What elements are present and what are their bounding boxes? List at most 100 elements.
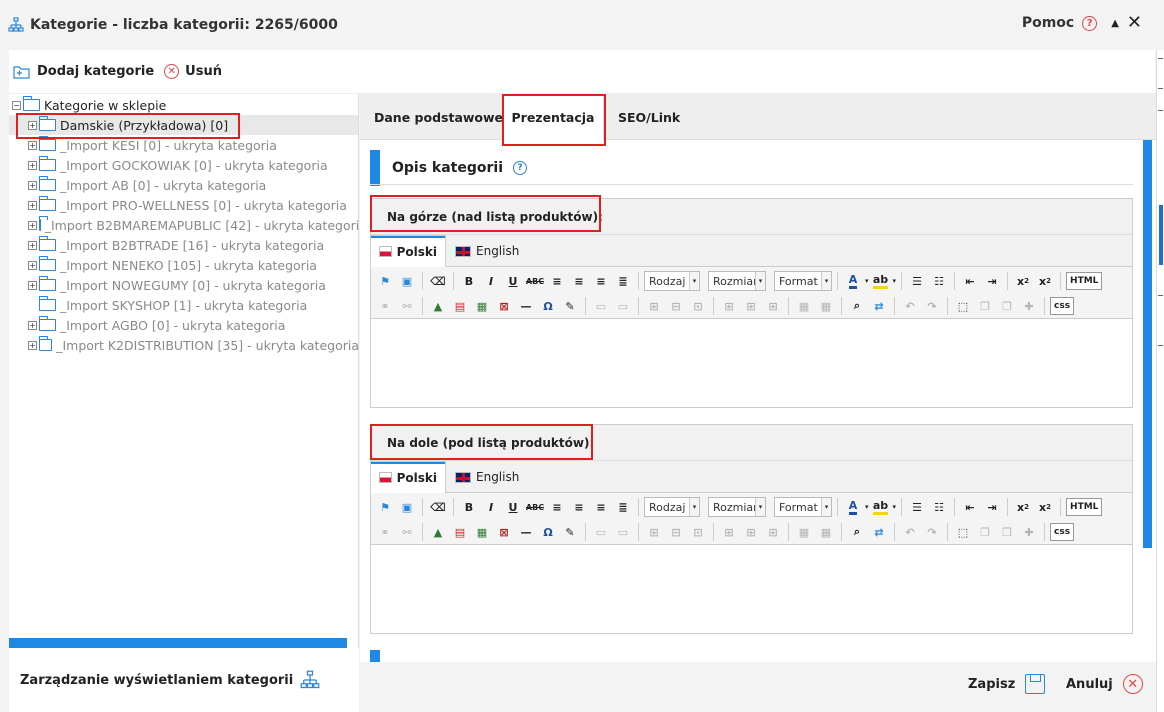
lang-tab-polski[interactable]: Polski [370,461,446,494]
outdent-icon[interactable]: ⇤ [960,497,980,517]
tree-item[interactable]: + _Import PRO-WELLNESS [0] - ukryta kateg… [9,195,358,215]
bullet-list-icon[interactable]: ☰ [907,271,927,291]
expand-toggle-icon[interactable]: + [28,220,37,230]
expand-toggle-icon[interactable]: + [28,280,37,290]
eraser-icon[interactable]: ⌫ [428,271,448,291]
tree-root[interactable]: − Kategorie w sklepie [12,95,166,115]
bullet-list-icon[interactable]: ☰ [907,497,927,517]
expand-toggle-icon[interactable]: + [28,200,37,210]
find-icon[interactable]: ⌕ [847,522,867,542]
numbered-list-icon[interactable]: ☷ [929,497,949,517]
lang-tab-english[interactable]: English [447,461,527,493]
preview-icon[interactable]: ▣ [397,271,417,291]
collapse-toggle-icon[interactable]: − [12,100,21,110]
tree-item[interactable]: + _Import NOWEGUMY [0] - ukryta kategoria [9,275,358,295]
expand-toggle-icon[interactable]: + [28,340,37,350]
tree-item[interactable]: + _Import B2BTRADE [16] - ukryta kategori… [9,235,358,255]
help-icon[interactable]: ? [1082,15,1098,31]
format-select[interactable]: Format ▾ [774,497,832,517]
tree-item[interactable]: + _Import KESI [0] - ukryta kategoria [9,135,358,155]
font-size-select[interactable]: Rozmiar ▾ [708,271,766,291]
tab-seo-link[interactable]: SEO/Link [618,94,680,140]
form-icon[interactable]: ▭ [591,522,611,542]
image-icon[interactable]: ▲ [428,296,448,316]
paste-text-icon[interactable]: ✚ [1019,522,1039,542]
paste-icon[interactable]: ❐ [997,522,1017,542]
lang-tab-polski[interactable]: Polski [370,235,446,268]
unlink-icon[interactable]: ⚯ [397,296,417,316]
table-more-icon[interactable]: ⊞ [763,296,783,316]
help-link[interactable]: Pomoc [1022,15,1074,31]
tree-item[interactable]: + _Import B2BMAREMAPUBLIC [42] - ukryta k… [9,215,358,235]
anchor-flag-icon[interactable]: ⚑ [375,271,395,291]
add-category-button[interactable]: Dodaj kategorie [13,64,154,80]
superscript-icon[interactable]: x2 [1035,271,1055,291]
css-button[interactable]: css [1050,523,1075,541]
flash-icon[interactable]: ⊠ [494,296,514,316]
chevron-down-icon[interactable]: ▾ [893,277,897,285]
strikethrough-icon[interactable]: ABC [525,497,545,517]
eraser-icon[interactable]: ⌫ [428,497,448,517]
table-delete-icon[interactable]: ▦ [816,296,836,316]
undo-icon[interactable]: ↶ [900,296,920,316]
find-icon[interactable]: ⌕ [847,296,867,316]
outdent-icon[interactable]: ⇤ [960,271,980,291]
table-insert-icon[interactable]: ▦ [794,522,814,542]
table-merge-icon[interactable]: ⊡ [688,522,708,542]
cancel-button[interactable]: Anuluj ✕ [1066,674,1143,694]
indent-icon[interactable]: ⇥ [982,497,1002,517]
special-char-icon[interactable]: Ω [538,522,558,542]
table-merge-icon[interactable]: ⊡ [688,296,708,316]
html-source-button[interactable]: HTML [1066,272,1103,290]
format-select[interactable]: Format ▾ [774,271,832,291]
align-center-icon[interactable]: ≡ [569,497,589,517]
align-right-icon[interactable]: ≡ [591,497,611,517]
lang-tab-english[interactable]: English [447,235,527,267]
paste-text-icon[interactable]: ✚ [1019,296,1039,316]
tree-item[interactable]: + Damskie (Przykładowa) [0] [9,115,358,135]
rich-text-edit-area[interactable] [371,545,1132,633]
tree-horizontal-scrollbar[interactable] [9,638,347,648]
select-all-icon[interactable]: ⬚ [953,296,973,316]
special-char-icon[interactable]: Ω [538,296,558,316]
media-icon[interactable]: ▦ [472,296,492,316]
expand-toggle-icon[interactable]: + [28,180,37,190]
paste-icon[interactable]: ❐ [997,296,1017,316]
expand-toggle-icon[interactable]: + [28,240,37,250]
link-icon[interactable]: ⚭ [375,522,395,542]
font-family-select[interactable]: Rodzaj c ▾ [644,271,700,291]
image-icon[interactable]: ▲ [428,522,448,542]
help-icon[interactable]: ? [513,161,528,175]
align-justify-icon[interactable]: ≣ [613,497,633,517]
tree-item[interactable]: _Import SKYSHOP [1] - ukryta kategoria [9,295,358,315]
text-color-icon[interactable]: A [843,271,863,291]
redo-icon[interactable]: ↷ [922,522,942,542]
manage-display-link[interactable]: Zarządzanie wyświetlaniem kategorii [9,648,359,712]
expand-toggle-icon[interactable]: + [28,140,37,150]
form2-icon[interactable]: ▭ [613,296,633,316]
indent-icon[interactable]: ⇥ [982,271,1002,291]
table-row-icon[interactable]: ⊞ [644,522,664,542]
expand-toggle-icon[interactable]: + [28,320,37,330]
table-col-icon[interactable]: ⊟ [666,296,686,316]
font-size-select[interactable]: Rozmiar ▾ [708,497,766,517]
strikethrough-icon[interactable]: ABC [525,271,545,291]
expand-toggle-icon[interactable]: + [28,120,37,130]
chevron-down-icon[interactable]: ▾ [865,277,869,285]
expand-toggle-icon[interactable]: + [28,260,37,270]
underline-icon[interactable]: U [503,497,523,517]
font-family-select[interactable]: Rodzaj c ▾ [644,497,700,517]
form2-icon[interactable]: ▭ [613,522,633,542]
copy-icon[interactable]: ❐ [975,296,995,316]
preview-icon[interactable]: ▣ [397,497,417,517]
table-split-icon[interactable]: ⊞ [741,296,761,316]
replace-icon[interactable]: ⇄ [869,522,889,542]
subscript-icon[interactable]: x2 [1013,271,1033,291]
table-split-icon[interactable]: ⊞ [741,522,761,542]
table-cell-icon[interactable]: ⊞ [719,296,739,316]
superscript-icon[interactable]: x2 [1035,497,1055,517]
select-all-icon[interactable]: ⬚ [953,522,973,542]
remove-button[interactable]: ✕ Usuń [164,64,222,79]
tree-item[interactable]: + _Import K2DISTRIBUTION [35] - ukryta ka… [9,335,358,355]
edit-icon[interactable]: ✎ [560,522,580,542]
